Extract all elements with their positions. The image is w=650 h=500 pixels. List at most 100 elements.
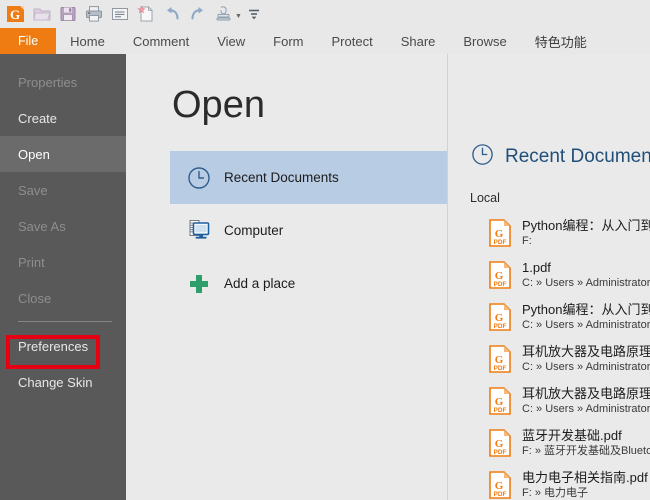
- svg-text:PDF: PDF: [494, 491, 507, 498]
- recent-documents-title: Recent Documents: [505, 146, 650, 168]
- document-path: C: » Users » Administrator » Desktop: [522, 276, 650, 291]
- sidebar-item-label: Create: [18, 111, 57, 126]
- plus-icon: [184, 269, 214, 299]
- computer-icon: [184, 216, 214, 246]
- list-item-text: 1.pdf C: » Users » Administrator » Deskt…: [522, 260, 650, 291]
- sidebar-item-label: Change Skin: [18, 375, 92, 390]
- tab-browse[interactable]: Browse: [449, 28, 520, 54]
- pdf-icon: G PDF: [488, 470, 514, 500]
- tab-view[interactable]: View: [203, 28, 259, 54]
- tab-share[interactable]: Share: [387, 28, 450, 54]
- ribbon-tab-bar: File Home Comment View Form Protect Shar…: [0, 28, 650, 54]
- list-item-text: 耳机放大器及电路原理图.pdf C: » Users » Administrat…: [522, 344, 650, 375]
- pdf-icon: G PDF: [488, 302, 514, 332]
- stamp-dropdown-caret-icon[interactable]: ▼: [235, 13, 242, 20]
- stamp-icon[interactable]: [212, 2, 236, 26]
- clock-icon: [184, 163, 214, 193]
- document-name: 蓝牙开发基础.pdf: [522, 428, 650, 444]
- quick-access-toolbar: G: [0, 0, 650, 28]
- list-item-text: Python编程：从入门到实践.pdf C: » Users » Adminis…: [522, 302, 650, 333]
- open-places-list: Recent Documents: [170, 151, 447, 310]
- svg-text:PDF: PDF: [494, 407, 507, 414]
- recent-documents-list: G PDF Python编程：从入门到实践.pdf F:: [466, 212, 650, 500]
- sidebar-item-properties[interactable]: Properties: [0, 64, 126, 100]
- sidebar-item-print[interactable]: Print: [0, 244, 126, 280]
- sidebar-item-preferences[interactable]: Preferences: [0, 328, 126, 364]
- list-item-text: Python编程：从入门到实践.pdf F:: [522, 218, 650, 249]
- recent-documents-header: Recent Documents: [470, 142, 650, 172]
- sidebar-item-save[interactable]: Save: [0, 172, 126, 208]
- tab-form[interactable]: Form: [259, 28, 317, 54]
- sidebar-item-label: Save: [18, 183, 48, 198]
- tab-special-features[interactable]: 特色功能: [521, 28, 601, 54]
- list-item[interactable]: G PDF 电力电子相关指南.pdf F: » 电力电子: [466, 464, 650, 500]
- list-item[interactable]: G PDF 耳机放大器及电路原理图.pdf C: » Users » Admin…: [466, 380, 650, 422]
- list-item-text: 电力电子相关指南.pdf F: » 电力电子: [522, 470, 648, 500]
- sidebar-item-label: Preferences: [18, 339, 88, 354]
- undo-icon[interactable]: [160, 2, 184, 26]
- pdf-icon: G PDF: [488, 428, 514, 458]
- redo-icon[interactable]: [186, 2, 210, 26]
- sidebar-item-label: Properties: [18, 75, 77, 90]
- pdf-icon: G PDF: [488, 344, 514, 374]
- svg-text:PDF: PDF: [494, 323, 507, 330]
- sidebar-item-open[interactable]: Open: [0, 136, 126, 172]
- file-menu-sidebar: Properties Create Open Save Save As Prin…: [0, 54, 126, 500]
- open-page: Open Recent Documents: [126, 54, 650, 500]
- document-path: F:: [522, 234, 650, 249]
- list-item[interactable]: G PDF 1.pdf C: » Users » Administrator »…: [466, 254, 650, 296]
- app-window: G: [0, 0, 650, 500]
- sidebar-item-label: Close: [18, 291, 51, 306]
- svg-text:PDF: PDF: [494, 449, 507, 456]
- customize-toolbar-icon[interactable]: [242, 2, 266, 26]
- svg-text:PDF: PDF: [494, 365, 507, 372]
- list-item-text: 蓝牙开发基础.pdf F: » 蓝牙开发基础及Bluetooth: [522, 428, 650, 459]
- svg-text:G: G: [10, 7, 20, 22]
- list-item[interactable]: G PDF 耳机放大器及电路原理图.pdf C: » Users » Admin…: [466, 338, 650, 380]
- pdf-icon: G PDF: [488, 218, 514, 248]
- tab-file[interactable]: File: [0, 28, 56, 54]
- page-title: Open: [172, 86, 265, 124]
- save-icon[interactable]: [56, 2, 80, 26]
- app-logo-icon[interactable]: G: [4, 2, 28, 26]
- place-computer[interactable]: Computer: [170, 204, 447, 257]
- recent-documents-pane: Recent Documents Local G PDF Python编程：从: [466, 54, 650, 500]
- recent-group-label: Local: [470, 191, 500, 205]
- clock-icon: [470, 142, 495, 172]
- tab-comment[interactable]: Comment: [119, 28, 203, 54]
- document-name: 电力电子相关指南.pdf: [522, 470, 648, 486]
- tab-home[interactable]: Home: [56, 28, 119, 54]
- sidebar-item-close[interactable]: Close: [0, 280, 126, 316]
- print-icon[interactable]: [82, 2, 106, 26]
- document-path: C: » Users » Administrator » Desktop: [522, 402, 650, 417]
- tab-protect[interactable]: Protect: [318, 28, 387, 54]
- document-path: F: » 电力电子: [522, 486, 648, 500]
- place-label: Recent Documents: [224, 170, 339, 185]
- sidebar-item-label: Print: [18, 255, 45, 270]
- sidebar-item-change-skin[interactable]: Change Skin: [0, 364, 126, 400]
- sidebar-item-label: Open: [18, 147, 50, 162]
- document-path: F: » 蓝牙开发基础及Bluetooth: [522, 444, 650, 459]
- place-add-a-place[interactable]: Add a place: [170, 257, 447, 310]
- email-icon[interactable]: [108, 2, 132, 26]
- place-recent-documents[interactable]: Recent Documents: [170, 151, 447, 204]
- document-name: Python编程：从入门到实践.pdf: [522, 218, 650, 234]
- open-icon[interactable]: [30, 2, 54, 26]
- document-path: C: » Users » Administrator » Desktop: [522, 318, 650, 333]
- svg-text:PDF: PDF: [494, 281, 507, 288]
- document-path: C: » Users » Administrator » Desktop: [522, 360, 650, 375]
- svg-text:PDF: PDF: [494, 239, 507, 246]
- document-name: 耳机放大器及电路原理图.pdf: [522, 344, 650, 360]
- sidebar-item-create[interactable]: Create: [0, 100, 126, 136]
- new-document-icon[interactable]: [134, 2, 158, 26]
- sidebar-divider: [18, 321, 112, 322]
- pdf-icon: G PDF: [488, 260, 514, 290]
- document-name: Python编程：从入门到实践.pdf: [522, 302, 650, 318]
- list-item[interactable]: G PDF Python编程：从入门到实践.pdf C: » Users » A…: [466, 296, 650, 338]
- list-item[interactable]: G PDF Python编程：从入门到实践.pdf F:: [466, 212, 650, 254]
- sidebar-item-save-as[interactable]: Save As: [0, 208, 126, 244]
- place-label: Computer: [224, 223, 283, 238]
- pdf-icon: G PDF: [488, 386, 514, 416]
- sidebar-item-label: Save As: [18, 219, 66, 234]
- list-item[interactable]: G PDF 蓝牙开发基础.pdf F: » 蓝牙开发基础及Bluetooth: [466, 422, 650, 464]
